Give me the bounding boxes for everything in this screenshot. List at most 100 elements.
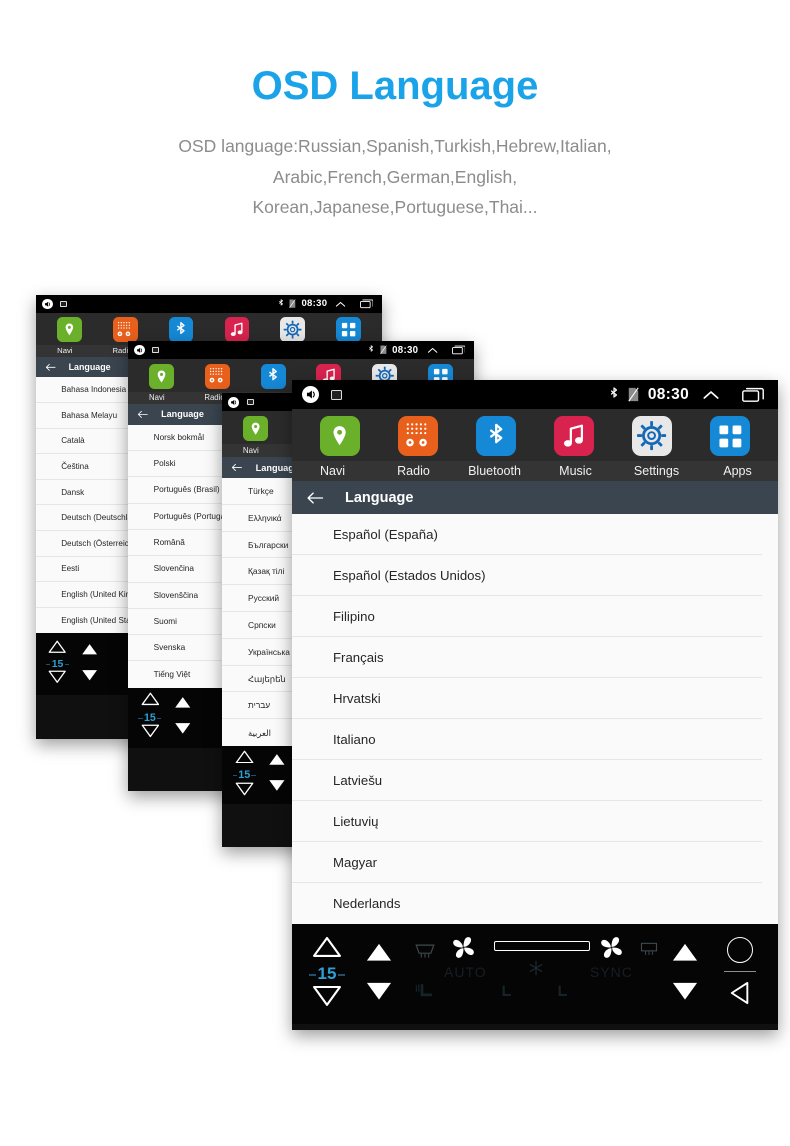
temp-down-triangle[interactable]: [141, 724, 160, 743]
language-list-item[interactable]: Filipino: [292, 596, 762, 637]
volume-down-triangle[interactable]: [671, 981, 699, 1006]
recents-icon[interactable]: [451, 345, 466, 355]
gear-icon[interactable]: [632, 416, 672, 456]
dock-app-apps[interactable]: [321, 317, 377, 342]
dock-app-settings[interactable]: [613, 416, 691, 456]
arrow-left-icon[interactable]: [137, 410, 148, 419]
language-name: Ελληνικά: [248, 512, 282, 523]
grid-apps-icon[interactable]: [710, 416, 750, 456]
temp-up-triangle[interactable]: [48, 640, 67, 658]
seat-slider[interactable]: [494, 941, 590, 951]
language-list[interactable]: Español (España) Español (Estados Unidos)…: [292, 514, 778, 924]
language-list-item[interactable]: Italiano: [292, 719, 762, 760]
language-list-item[interactable]: Español (Estados Unidos): [292, 555, 762, 596]
seat-heat-driver-icon[interactable]: [414, 982, 438, 1008]
recents-icon[interactable]: [359, 299, 374, 309]
screenshot-icon[interactable]: [59, 300, 67, 307]
location-pin-icon[interactable]: [320, 416, 360, 456]
language-list-item[interactable]: Hrvatski: [292, 678, 762, 719]
location-pin-icon[interactable]: [57, 317, 82, 342]
arrow-left-icon[interactable]: [45, 363, 56, 372]
language-list-item[interactable]: Latviešu: [292, 760, 762, 801]
volume-control: [662, 942, 708, 1006]
dock-app-settings[interactable]: [265, 317, 321, 342]
bluetooth-icon[interactable]: [168, 317, 194, 342]
status-bar-left: [36, 298, 67, 310]
dock-app-radio[interactable]: [189, 363, 245, 389]
hardware-control-bar: 15 AUTO SYNC: [292, 924, 778, 1024]
dock-app-navi[interactable]: [228, 415, 284, 442]
volume-icon[interactable]: [42, 298, 53, 310]
volume-icon[interactable]: [302, 386, 319, 403]
language-list-item[interactable]: Magyar: [292, 842, 762, 883]
dock-app-music[interactable]: [535, 416, 613, 456]
fan-down-triangle[interactable]: [365, 981, 393, 1006]
auto-label[interactable]: AUTO: [444, 964, 487, 980]
location-pin-icon[interactable]: [242, 415, 269, 442]
radio-icon[interactable]: [112, 317, 138, 342]
fan-down-triangle[interactable]: [268, 779, 286, 797]
music-note-icon[interactable]: [554, 416, 594, 456]
fan-down-triangle[interactable]: [174, 722, 192, 740]
language-list-item[interactable]: Nederlands: [292, 883, 762, 924]
temp-down-triangle[interactable]: [312, 985, 342, 1012]
fan-up-triangle[interactable]: [174, 696, 192, 714]
language-list-item[interactable]: Français: [292, 637, 762, 678]
recents-icon[interactable]: [742, 387, 764, 402]
chevron-up-icon[interactable]: [427, 346, 438, 355]
screenshot-icon[interactable]: [152, 346, 160, 354]
arrow-left-icon[interactable]: [231, 463, 242, 472]
bluetooth-icon: [368, 345, 374, 354]
bluetooth-icon[interactable]: [476, 416, 516, 456]
temp-down-triangle[interactable]: [48, 670, 67, 688]
dock-app-bluetooth[interactable]: [457, 416, 535, 456]
temp-dash-left: [46, 664, 51, 666]
dock-app-navi[interactable]: [301, 416, 379, 456]
volume-icon[interactable]: [228, 396, 240, 408]
fan-up-triangle[interactable]: [268, 753, 286, 771]
arrow-left-icon[interactable]: [306, 491, 324, 505]
dock-app-bluetooth[interactable]: [153, 317, 209, 342]
gear-icon[interactable]: [280, 317, 306, 342]
volume-icon[interactable]: [134, 344, 145, 356]
dock-app-radio[interactable]: [97, 317, 153, 342]
volume-up-triangle[interactable]: [671, 942, 699, 967]
fan-right-icon[interactable]: [598, 934, 625, 966]
dock-app-navi[interactable]: [42, 317, 98, 342]
fan-up-triangle[interactable]: [365, 942, 393, 967]
temp-down-triangle[interactable]: [235, 782, 254, 801]
dock-app-radio[interactable]: [379, 416, 457, 456]
grid-apps-icon[interactable]: [336, 317, 361, 342]
screenshot-icon[interactable]: [331, 389, 342, 400]
dock-app-navi[interactable]: [134, 363, 190, 389]
fan-up-triangle[interactable]: [81, 642, 98, 660]
snowflake-icon[interactable]: [528, 960, 544, 981]
language-list-item[interactable]: Español (España): [292, 514, 762, 555]
seat-heat-right-icon[interactable]: [554, 984, 571, 1008]
sync-label[interactable]: SYNC: [590, 964, 633, 980]
front-defrost-icon[interactable]: [414, 942, 436, 965]
fan-down-triangle[interactable]: [81, 668, 98, 686]
chevron-up-icon[interactable]: [335, 300, 346, 309]
language-list-item[interactable]: Lietuvių: [292, 801, 762, 842]
fan-left-icon[interactable]: [450, 934, 477, 966]
temp-up-triangle[interactable]: [235, 750, 254, 769]
bluetooth-icon[interactable]: [260, 363, 286, 389]
back-triangle-button[interactable]: [729, 980, 751, 1011]
temp-up-triangle[interactable]: [312, 936, 342, 963]
chevron-up-icon[interactable]: [702, 388, 720, 402]
dock-app-apps[interactable]: [691, 416, 769, 456]
seat-heat-left-icon[interactable]: [498, 984, 515, 1008]
rear-defrost-icon[interactable]: [640, 942, 658, 962]
status-bar-right: 08:30: [278, 298, 382, 309]
music-note-icon[interactable]: [224, 317, 250, 342]
temp-up-triangle[interactable]: [141, 692, 160, 711]
screenshot-icon[interactable]: [246, 399, 254, 406]
location-pin-icon[interactable]: [149, 363, 175, 389]
power-circle-button[interactable]: [727, 936, 753, 963]
radio-icon[interactable]: [204, 363, 230, 389]
dock-app-music[interactable]: [209, 317, 265, 342]
temp-dash-left: [232, 775, 237, 777]
radio-icon[interactable]: [398, 416, 438, 456]
language-name: Hrvatski: [333, 690, 381, 706]
